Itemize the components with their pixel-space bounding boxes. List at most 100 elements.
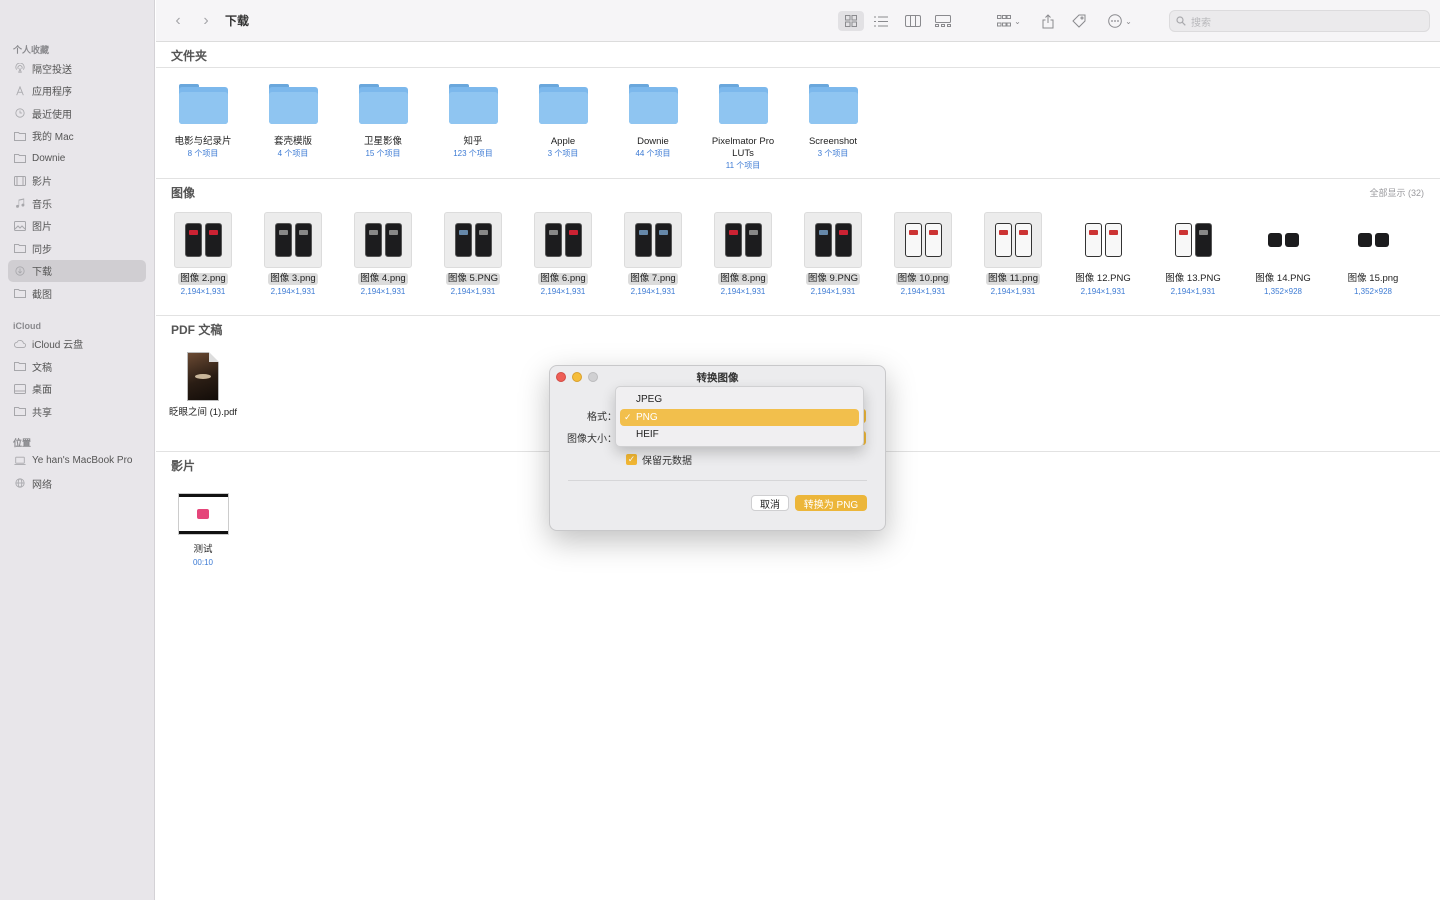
image-file[interactable]: 图像 8.png 2,194×1,931 (699, 212, 787, 298)
image-filename: 图像 13.PNG (1165, 273, 1221, 284)
image-file[interactable]: 图像 13.PNG 2,194×1,931 (1149, 212, 1237, 298)
folder-item-count: 8 个项目 (187, 149, 219, 158)
sidebar-item-favorites-6[interactable]: 音乐 (0, 192, 146, 215)
window-title: 下载 (225, 14, 250, 28)
folder-item[interactable]: 知乎 123 个项目 (433, 84, 513, 160)
sidebar-item-label: 网络 (32, 479, 52, 491)
image-file[interactable]: 图像 11.png 2,194×1,931 (969, 212, 1057, 298)
group-button[interactable]: ⌄ (992, 11, 1026, 31)
image-filename: 图像 4.png (358, 273, 408, 285)
folder-item-count: 44 个项目 (635, 149, 671, 158)
convert-button[interactable]: 转换为 PNG (795, 495, 867, 511)
sidebar-item-label: 共享 (32, 407, 52, 419)
share-button[interactable] (1038, 11, 1058, 31)
image-dimensions: 2,194×1,931 (270, 287, 316, 296)
sidebar-item-favorites-1[interactable]: 应用程序 (0, 80, 146, 103)
image-file[interactable]: 图像 2.png 2,194×1,931 (159, 212, 247, 298)
sidebar: 个人收藏 隔空投送 应用程序 最近使用 我的 Mac Downie 影片 音乐 图片 同步 下载截… (0, 0, 155, 900)
image-file[interactable]: 图像 6.png 2,194×1,931 (519, 212, 607, 298)
sidebar-item-favorites-3[interactable]: 我的 Mac (0, 125, 146, 148)
image-file[interactable]: 图像 9.PNG 2,194×1,931 (789, 212, 877, 298)
folder-item[interactable]: 卫星影像 15 个项目 (343, 84, 423, 160)
image-dimensions: 2,194×1,931 (450, 287, 496, 296)
cancel-button[interactable]: 取消 (751, 495, 789, 511)
image-file[interactable]: 图像 4.png 2,194×1,931 (339, 212, 427, 298)
image-dimensions: 2,194×1,931 (540, 287, 586, 296)
image-thumbnail (984, 212, 1042, 268)
more-actions-button[interactable]: ⌄ (1103, 11, 1137, 31)
image-dimensions: 2,194×1,931 (360, 287, 406, 296)
column-view-button[interactable] (902, 11, 924, 31)
sidebar-item-favorites-8[interactable]: 同步 (0, 237, 146, 260)
folder-item[interactable]: Apple 3 个项目 (523, 84, 603, 160)
movie-file[interactable]: 测试 00:10 (159, 494, 247, 569)
film-icon (14, 175, 26, 187)
show-all-link[interactable]: 全部显示 (32) (1369, 186, 1424, 199)
section-divider (156, 67, 1440, 68)
sidebar-item-icloud-1[interactable]: 文稿 (0, 355, 146, 378)
folder-item[interactable]: Screenshot 3 个项目 (793, 84, 873, 160)
folder-item[interactable]: Downie 44 个项目 (613, 84, 693, 160)
movies-section-title: 影片 (171, 459, 196, 473)
sidebar-item-favorites-2[interactable]: 最近使用 (0, 102, 146, 125)
image-file[interactable]: 图像 7.png 2,194×1,931 (609, 212, 697, 298)
folder-name: 卫星影像 (363, 136, 402, 147)
folder-item[interactable]: 电影与纪录片 8 个项目 (163, 84, 243, 160)
search-placeholder: 搜索 (1191, 17, 1211, 29)
keep-metadata-checkbox[interactable]: ✓ (626, 454, 637, 465)
sidebar-item-locations-0[interactable]: Ye han's MacBook Pro (0, 450, 146, 473)
sidebar-item-icloud-2[interactable]: 桌面 (0, 378, 146, 401)
image-file[interactable]: 图像 15.png 1,352×928 (1329, 212, 1417, 298)
folder-icon (718, 84, 768, 124)
search-field[interactable]: 搜索 (1169, 10, 1430, 32)
folders-section-title: 文件夹 (171, 49, 208, 63)
image-dimensions: 2,194×1,931 (1170, 287, 1216, 296)
gallery-view-button[interactable] (932, 11, 954, 31)
image-dimensions: 1,352×928 (1263, 287, 1303, 296)
image-filename: 图像 12.PNG (1075, 273, 1131, 284)
image-file[interactable]: 图像 5.PNG 2,194×1,931 (429, 212, 517, 298)
sidebar-item-favorites-4[interactable]: Downie (0, 147, 146, 170)
pdf-file[interactable]: 眨眼之间 (1).pdf (159, 352, 247, 420)
share-icon (1042, 13, 1054, 28)
folder-icon (808, 84, 858, 124)
sidebar-item-favorites-5[interactable]: 影片 (0, 170, 146, 193)
image-file[interactable]: 图像 3.png 2,194×1,931 (249, 212, 337, 298)
image-dimensions: 2,194×1,931 (900, 287, 946, 296)
image-filename: 图像 2.png (178, 273, 228, 285)
sidebar-item-label: 同步 (32, 244, 52, 256)
folder-item[interactable]: 套壳模版 4 个项目 (253, 84, 333, 160)
sidebar-item-favorites-9[interactable]: 下载 (8, 259, 146, 282)
image-file[interactable]: 图像 14.PNG 1,352×928 (1239, 212, 1327, 298)
sidebar-item-locations-1[interactable]: 网络 (0, 472, 146, 495)
sidebar-item-icloud-3[interactable]: 共享 (0, 400, 146, 423)
grid-icon (845, 15, 857, 27)
folder-icon (178, 84, 228, 124)
sidebar-item-icloud-0[interactable]: iCloud 云盘 (0, 333, 146, 356)
keep-metadata-label: 保留元数据 (642, 456, 692, 467)
folder-item-count: 11 个项目 (725, 161, 761, 170)
icon-view-button[interactable] (838, 11, 864, 31)
image-filename: 图像 11.png (986, 273, 1040, 285)
tag-button[interactable] (1068, 11, 1090, 31)
image-thumbnail (264, 212, 322, 268)
list-view-button[interactable] (870, 11, 892, 31)
image-thumbnail (714, 212, 772, 268)
forward-button[interactable]: › (195, 10, 217, 32)
folder-item[interactable]: Pixelmator Pro LUTs 11 个项目 (703, 84, 783, 172)
toolbar: ‹ › 下载 ⌄ ⌄ 搜索 (156, 0, 1440, 42)
sidebar-item-favorites-7[interactable]: 图片 (0, 215, 146, 238)
image-thumbnail (894, 212, 952, 268)
menu-item-heif[interactable]: HEIF (620, 426, 859, 443)
image-file[interactable]: 图像 12.PNG 2,194×1,931 (1059, 212, 1147, 298)
sidebar-item-favorites-0[interactable]: 隔空投送 (0, 57, 146, 80)
menu-item-png[interactable]: ✓ PNG (620, 408, 859, 426)
back-button[interactable]: ‹ (167, 10, 189, 32)
sidebar-item-favorites-10[interactable]: 截图 (0, 282, 146, 305)
image-thumbnail (804, 212, 862, 268)
image-dimensions: 1,352×928 (1353, 287, 1393, 296)
video-thumbnail (178, 494, 228, 534)
folder-icon (14, 242, 26, 254)
image-file[interactable]: 图像 10.png 2,194×1,931 (879, 212, 967, 298)
menu-item-jpeg[interactable]: JPEG (620, 391, 859, 408)
